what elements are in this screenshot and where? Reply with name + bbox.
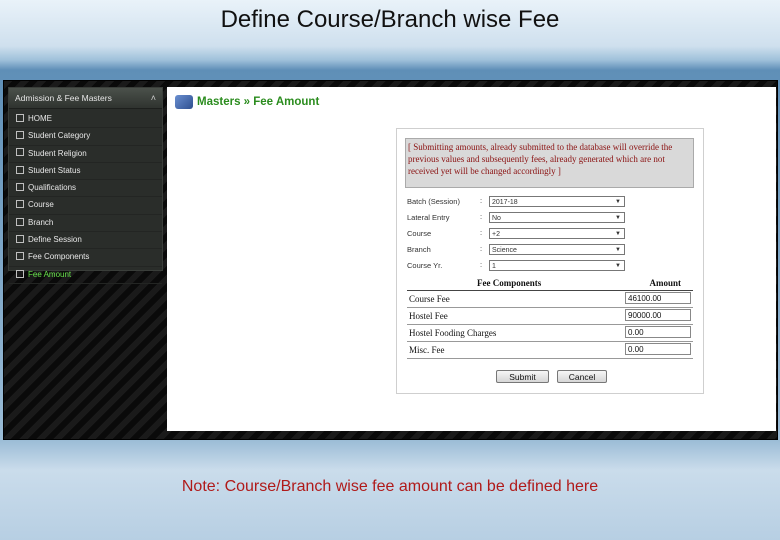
amount-input[interactable]: 0.00 [625, 343, 691, 355]
expand-icon [16, 217, 24, 226]
fee-name: Hostel Fooding Charges [409, 328, 497, 338]
batch-row: Batch (Session) : 2017-18 ▼ [407, 196, 697, 208]
sidebar-item-student-status[interactable]: Student Status [9, 163, 162, 181]
sidebar: Admission & Fee Masters ˄ HOME Student C… [8, 87, 163, 284]
amount-input[interactable]: 0.00 [625, 326, 691, 338]
fee-table-header: Fee Components Amount [407, 278, 693, 291]
app-screenshot: Admission & Fee Masters ˄ HOME Student C… [3, 80, 778, 440]
dropdown-arrow-icon: ▼ [615, 231, 621, 237]
amount-input[interactable]: 90000.00 [625, 309, 691, 321]
course-year-row: Course Yr. : 1 ▼ [407, 260, 697, 272]
dropdown-arrow-icon: ▼ [615, 247, 621, 253]
amount-header: Amount [649, 278, 681, 288]
expand-icon [16, 131, 24, 140]
fee-name: Misc. Fee [409, 345, 445, 355]
sidebar-item-student-category[interactable]: Student Category [9, 128, 162, 146]
course-year-select[interactable]: 1 ▼ [489, 260, 625, 271]
sidebar-item-define-session[interactable]: Define Session [9, 232, 162, 250]
lateral-entry-label: Lateral Entry [407, 213, 450, 222]
main-content: Masters » Fee Amount [ Submitting amount… [167, 87, 776, 431]
expand-icon [16, 252, 24, 261]
expand-icon [16, 113, 24, 122]
sidebar-header-label: Admission & Fee Masters [15, 93, 112, 103]
cancel-button[interactable]: Cancel [557, 370, 607, 383]
slide-title: Define Course/Branch wise Fee [220, 6, 560, 33]
expand-icon [16, 148, 24, 157]
sidebar-item-course[interactable]: Course [9, 197, 162, 215]
chevron-up-icon[interactable]: ˄ [151, 88, 156, 108]
sidebar-item-home[interactable]: HOME [9, 111, 162, 129]
expand-icon [16, 183, 24, 192]
breadcrumb-text: Masters » Fee Amount [197, 96, 320, 109]
dropdown-arrow-icon: ▼ [615, 199, 621, 205]
sidebar-menu: HOME Student Category Student Religion S… [9, 111, 162, 284]
sidebar-item-student-religion[interactable]: Student Religion [9, 146, 162, 163]
course-label: Course [407, 229, 432, 238]
expand-icon [16, 200, 24, 209]
sidebar-item-qualifications[interactable]: Qualifications [9, 180, 162, 198]
fee-table: Fee Components Amount Course Fee 46100.0… [407, 278, 693, 359]
slide-note: Note: Course/Branch wise fee amount can … [181, 478, 599, 495]
fee-name: Hostel Fee [409, 311, 448, 321]
warning-notice: [ Submitting amounts, already submitted … [405, 138, 694, 188]
course-row: Course : +2 ▼ [407, 228, 697, 240]
course-year-label: Course Yr. [407, 261, 443, 270]
sidebar-header[interactable]: Admission & Fee Masters ˄ [9, 88, 162, 109]
fee-name: Course Fee [409, 294, 450, 304]
course-select[interactable]: +2 ▼ [489, 228, 625, 239]
table-row: Hostel Fee 90000.00 [407, 308, 693, 325]
table-row: Misc. Fee 0.00 [407, 342, 693, 359]
branch-label: Branch [407, 245, 431, 254]
submit-button[interactable]: Submit [496, 370, 549, 383]
fee-amount-form: [ Submitting amounts, already submitted … [396, 128, 704, 394]
breadcrumb: Masters » Fee Amount [175, 95, 319, 109]
branch-select[interactable]: Science ▼ [489, 244, 625, 255]
sidebar-item-fee-amount[interactable]: Fee Amount [9, 267, 162, 284]
batch-select[interactable]: 2017-18 ▼ [489, 196, 625, 207]
dropdown-arrow-icon: ▼ [615, 263, 621, 269]
table-row: Course Fee 46100.00 [407, 291, 693, 308]
dropdown-arrow-icon: ▼ [615, 215, 621, 221]
batch-label: Batch (Session) [407, 197, 460, 206]
sidebar-item-fee-components[interactable]: Fee Components [9, 249, 162, 267]
lateral-entry-row: Lateral Entry : No ▼ [407, 212, 697, 224]
masters-icon [175, 95, 193, 109]
expand-icon [16, 269, 24, 278]
amount-input[interactable]: 46100.00 [625, 292, 691, 304]
branch-row: Branch : Science ▼ [407, 244, 697, 256]
fee-components-header: Fee Components [477, 278, 542, 288]
expand-icon [16, 234, 24, 243]
sidebar-item-branch[interactable]: Branch [9, 215, 162, 233]
expand-icon [16, 165, 24, 174]
lateral-entry-select[interactable]: No ▼ [489, 212, 625, 223]
table-row: Hostel Fooding Charges 0.00 [407, 325, 693, 342]
